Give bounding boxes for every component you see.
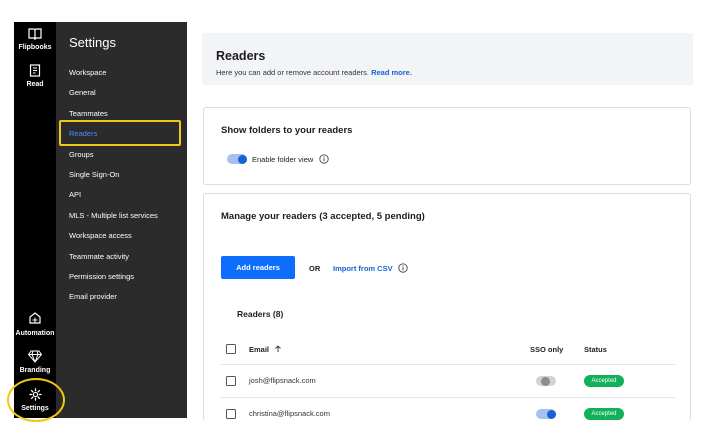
read-more-link[interactable]: Read more. [371,68,412,77]
reader-icon [29,64,41,77]
settings-highlight-circle [7,378,65,422]
rail-item-read[interactable]: Read [14,64,56,89]
folders-card: Show folders to your readers Enable fold… [203,107,691,185]
sidebar-item-teammate-activity[interactable]: Teammate activity [69,252,129,261]
rail-item-label: Branding [19,367,51,374]
page-subtitle-text: Here you can add or remove account reade… [216,68,369,77]
sidebar-item-mls[interactable]: MLS - Multiple list services [69,211,158,220]
sidebar-item-teammates[interactable]: Teammates [69,109,108,118]
icon-rail: Flipbooks Read Automation Branding Setti… [14,22,56,418]
sidebar-item-groups[interactable]: Groups [69,150,94,159]
readers-card-title: Manage your readers (3 accepted, 5 pendi… [221,211,425,222]
info-icon[interactable] [398,263,408,273]
readers-highlight-box [59,120,181,146]
readers-card: Manage your readers (3 accepted, 5 pendi… [203,193,691,421]
rail-item-automation[interactable]: Automation [14,312,56,338]
sort-arrow-up-icon [275,345,281,352]
rail-item-branding[interactable]: Branding [14,350,56,375]
toggle-knob [547,409,556,419]
row-checkbox[interactable] [226,409,236,419]
sidebar-item-workspace-access[interactable]: Workspace access [69,231,132,240]
rail-item-label: Automation [15,330,55,337]
add-readers-button[interactable]: Add readers [221,256,295,279]
status-badge: Accepted [584,408,624,420]
sidebar-item-email-provider[interactable]: Email provider [69,292,117,301]
readers-count: Readers (8) [237,309,284,319]
page-header: Readers Here you can add or remove accou… [202,33,693,85]
rail-item-label: Read [26,81,44,88]
select-all-checkbox[interactable] [226,344,236,354]
sidebar-item-permission-settings[interactable]: Permission settings [69,272,134,281]
folder-view-label: Enable folder view [252,155,314,164]
automation-icon [29,312,41,324]
book-icon [28,28,42,40]
settings-sidebar: Settings Workspace General Teammates Rea… [56,22,187,418]
toggle-knob [541,376,550,386]
toggle-knob [238,154,247,164]
page-subtitle: Here you can add or remove account reade… [216,68,412,77]
main-content: Readers Here you can add or remove accou… [187,22,708,421]
row-checkbox[interactable] [226,376,236,386]
divider [220,364,675,365]
column-header-sso: SSO only [530,345,564,354]
rail-item-flipbooks[interactable]: Flipbooks [14,28,56,52]
folders-card-title: Show folders to your readers [221,125,353,136]
rail-item-label: Flipbooks [18,44,52,51]
page-title: Readers [216,49,266,63]
divider [220,397,675,398]
reader-email: christina@flipsnack.com [249,409,330,418]
status-badge: Accepted [584,375,624,387]
diamond-icon [28,350,42,363]
sidebar-title: Settings [69,35,116,50]
info-icon[interactable] [319,154,329,164]
column-header-email[interactable]: Email [249,345,282,354]
sidebar-item-general[interactable]: General [69,88,96,97]
or-label: OR [309,264,321,273]
sso-only-toggle[interactable] [536,409,556,419]
import-csv-link[interactable]: Import from CSV [333,264,393,273]
sidebar-item-single-sign-on[interactable]: Single Sign-On [69,170,119,179]
reader-email: josh@flipsnack.com [249,376,316,385]
column-header-email-label: Email [249,345,270,354]
column-header-status: Status [584,345,607,354]
sidebar-item-workspace[interactable]: Workspace [69,68,106,77]
sidebar-item-api[interactable]: API [69,190,81,199]
sso-only-toggle[interactable] [536,376,556,386]
folder-view-toggle[interactable] [227,154,247,164]
